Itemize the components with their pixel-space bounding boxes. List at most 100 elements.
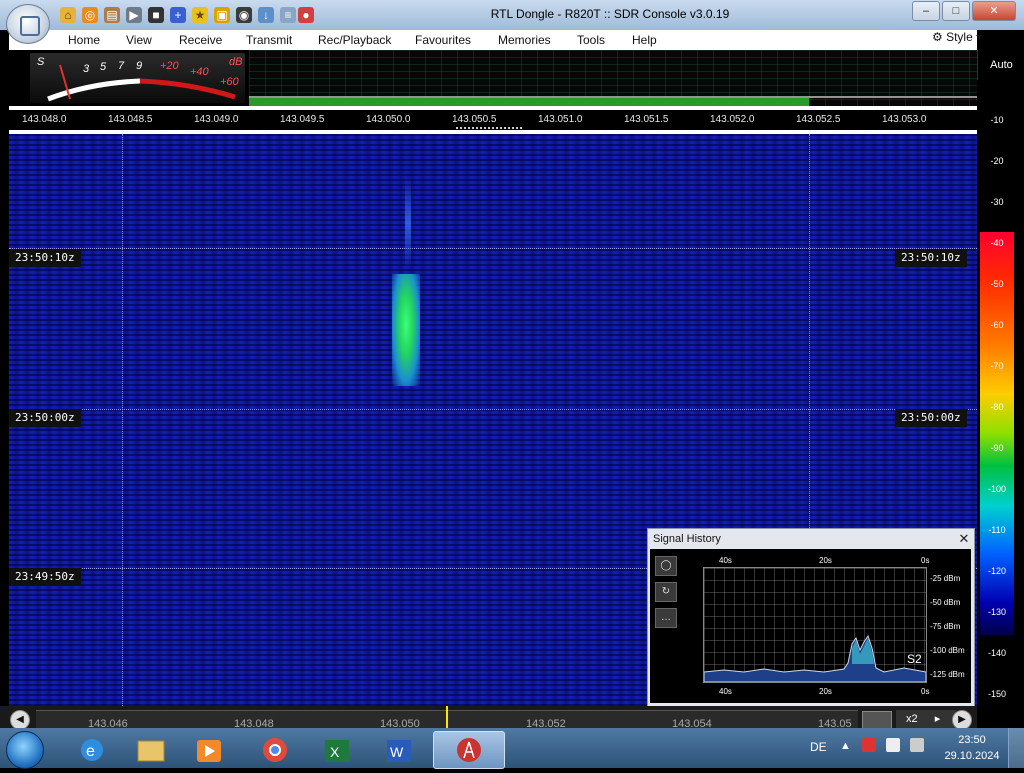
scroll-right-button[interactable]: ▶ <box>952 710 972 730</box>
signal-trace <box>392 274 420 386</box>
s-meter-db-label: dB <box>229 56 243 68</box>
grid-line-horizontal <box>9 409 977 410</box>
menu-view[interactable]: View <box>126 33 152 47</box>
s-meter-tick: +60 <box>220 76 239 88</box>
timestamp-left: 23:49:50z <box>9 568 81 586</box>
ie-glyph: e <box>81 739 103 761</box>
internet-explorer-icon[interactable]: e <box>68 732 120 766</box>
db-label: -110 <box>988 525 1006 535</box>
keyboard-language[interactable]: DE <box>810 740 827 754</box>
frequency-tick: 143.048.5 <box>108 114 153 125</box>
menu-transmit[interactable]: Transmit <box>246 33 292 47</box>
star-icon[interactable]: ★ <box>192 7 208 23</box>
s-meter-tick: 9 <box>136 60 143 72</box>
db-label: -70 <box>990 361 1004 371</box>
style-menu[interactable]: ⚙ Style ▾ <box>932 30 982 44</box>
start-button[interactable] <box>6 731 44 769</box>
grid-line-vertical <box>122 134 123 706</box>
menu-help[interactable]: Help <box>632 33 657 47</box>
db-label: -90 <box>990 443 1004 453</box>
dbm-label: -125 dBm <box>930 670 965 679</box>
db-label: -60 <box>990 320 1004 330</box>
excel-icon[interactable]: X <box>312 732 364 766</box>
s-meter-s-label: S <box>37 56 45 68</box>
svg-text:W: W <box>390 744 404 760</box>
zoom-value: x2 <box>906 713 918 725</box>
menu-rec-playback[interactable]: Rec/Playback <box>318 33 391 47</box>
s-meter-tick: 3 <box>83 63 90 75</box>
clock-date[interactable]: 29.10.2024 <box>944 750 1000 762</box>
thermometer-icon[interactable]: ↓ <box>258 7 274 23</box>
signal-history-title: Signal History <box>653 533 721 545</box>
sdr-app-icon <box>20 16 40 36</box>
frequency-tick: 143.052.5 <box>796 114 841 125</box>
tray-app-icon[interactable] <box>862 738 876 752</box>
lifebuoy-icon[interactable]: ◎ <box>82 7 98 23</box>
menu-favourites[interactable]: Favourites <box>415 33 471 47</box>
tray-expand-icon[interactable]: ▲ <box>840 740 851 752</box>
db-label: -10 <box>990 115 1004 125</box>
style-label: Style <box>946 30 973 44</box>
show-desktop-button[interactable] <box>1008 728 1024 768</box>
maximize-button[interactable]: □ <box>942 1 970 21</box>
window-title: RTL Dongle - R820T :: SDR Console v3.0.1… <box>490 7 730 21</box>
file-explorer-icon[interactable] <box>126 732 178 766</box>
zoom-selector[interactable]: x2 ▸ <box>896 710 956 728</box>
frequency-tick: 143.050.0 <box>366 114 411 125</box>
scroll-left-button[interactable]: ◀ <box>10 710 30 730</box>
network-icon[interactable] <box>886 738 900 752</box>
refresh-icon[interactable]: ↻ <box>655 582 677 602</box>
menu-memories[interactable]: Memories <box>498 33 551 47</box>
dbm-label: -100 dBm <box>930 646 965 655</box>
db-label: -20 <box>990 156 1004 166</box>
lock-icon[interactable]: ▣ <box>214 7 230 23</box>
db-label: -50 <box>990 279 1004 289</box>
folder-glyph <box>137 740 165 762</box>
spectrum-display[interactable] <box>249 50 977 106</box>
application-menu-button[interactable] <box>6 4 50 44</box>
sliders-icon[interactable]: ≡ <box>280 7 296 23</box>
clock-time[interactable]: 23:50 <box>944 734 1000 746</box>
s-meter-tick: 7 <box>118 60 125 72</box>
spectrum-trace <box>249 96 977 98</box>
camera-icon[interactable]: ◉ <box>236 7 252 23</box>
word-icon[interactable]: W <box>374 732 426 766</box>
band-position-indicator[interactable] <box>446 706 448 728</box>
volume-icon[interactable] <box>910 738 924 752</box>
minimize-button[interactable]: – <box>912 1 940 21</box>
signal-history-close-button[interactable]: ✕ <box>957 531 971 547</box>
time-label: 40s <box>719 687 732 696</box>
frequency-tick: 143.048.0 <box>22 114 67 125</box>
reset-icon[interactable]: ◯ <box>655 556 677 576</box>
db-label: -40 <box>990 238 1004 248</box>
frequency-tick: 143.049.5 <box>280 114 325 125</box>
printer-icon[interactable] <box>862 711 892 729</box>
more-options-button[interactable]: … <box>655 608 677 628</box>
close-button[interactable]: ✕ <box>972 1 1016 21</box>
chrome-icon[interactable] <box>250 732 302 766</box>
dbm-label: -75 dBm <box>930 622 961 631</box>
plus-icon[interactable]: + <box>170 7 186 23</box>
play-icon[interactable]: ▶ <box>126 7 142 23</box>
sdr-console-taskbar-button[interactable] <box>433 731 505 769</box>
time-label: 40s <box>719 556 732 565</box>
stop-icon[interactable]: ■ <box>148 7 164 23</box>
spectrum-passband <box>249 98 809 106</box>
record-icon[interactable]: ● <box>298 7 314 23</box>
sdr-console-glyph <box>457 738 481 762</box>
home-icon[interactable]: ⌂ <box>60 7 76 23</box>
folder-icon[interactable]: ▤ <box>104 7 120 23</box>
menu-bar <box>9 30 977 51</box>
chevron-right-icon: ▸ <box>934 713 941 725</box>
auto-level-button[interactable]: Auto <box>977 50 1024 80</box>
timestamp-right: 23:50:10z <box>895 249 967 267</box>
menu-tools[interactable]: Tools <box>577 33 605 47</box>
excel-glyph: X <box>325 740 349 762</box>
menu-home[interactable]: Home <box>68 33 100 47</box>
dbm-label: -50 dBm <box>930 598 961 607</box>
signal-history-trace <box>704 634 926 682</box>
menu-receive[interactable]: Receive <box>179 33 222 47</box>
media-player-icon[interactable] <box>184 732 236 766</box>
svg-text:e: e <box>86 743 95 760</box>
timestamp-right: 23:50:00z <box>895 409 967 427</box>
